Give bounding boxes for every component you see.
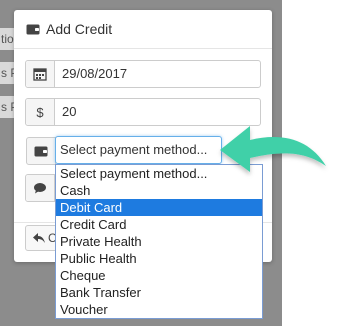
amount-value: 20 [62, 104, 77, 119]
background-text-fragment: s P [0, 62, 15, 84]
payment-method-dropdown: Select payment method... Cash Debit Card… [55, 164, 263, 319]
modal-header: Add Credit [14, 10, 272, 49]
reply-icon [33, 233, 45, 243]
dropdown-option[interactable]: Cheque [56, 267, 262, 284]
dollar-sign-icon: $ [26, 99, 55, 125]
dropdown-option[interactable]: Bank Transfer [56, 284, 262, 301]
dropdown-option[interactable]: Public Health [56, 250, 262, 267]
background-text-fragment: tio [0, 28, 15, 50]
date-field[interactable]: 29/08/2017 [25, 60, 261, 88]
date-value: 29/08/2017 [62, 66, 128, 81]
payment-addon [26, 137, 56, 165]
background-text-fragment: s P [0, 96, 15, 118]
payment-method-selected: Select payment method... [60, 142, 208, 157]
date-addon [26, 61, 55, 87]
calendar-icon [33, 68, 47, 81]
dropdown-option[interactable]: Voucher [56, 301, 262, 318]
dropdown-option[interactable]: Private Health [56, 233, 262, 250]
pointer-arrow-icon [220, 126, 326, 172]
back-button[interactable]: C [25, 225, 59, 251]
dropdown-option[interactable]: Cash [56, 182, 262, 199]
comment-icon [34, 183, 46, 194]
dropdown-option[interactable]: Credit Card [56, 216, 262, 233]
wallet-icon [26, 24, 40, 35]
note-addon [26, 175, 55, 201]
dropdown-option-highlighted[interactable]: Debit Card [56, 199, 262, 216]
wallet-icon [34, 146, 48, 157]
modal-title: Add Credit [46, 21, 113, 37]
payment-method-select[interactable]: Select payment method... [55, 136, 222, 164]
